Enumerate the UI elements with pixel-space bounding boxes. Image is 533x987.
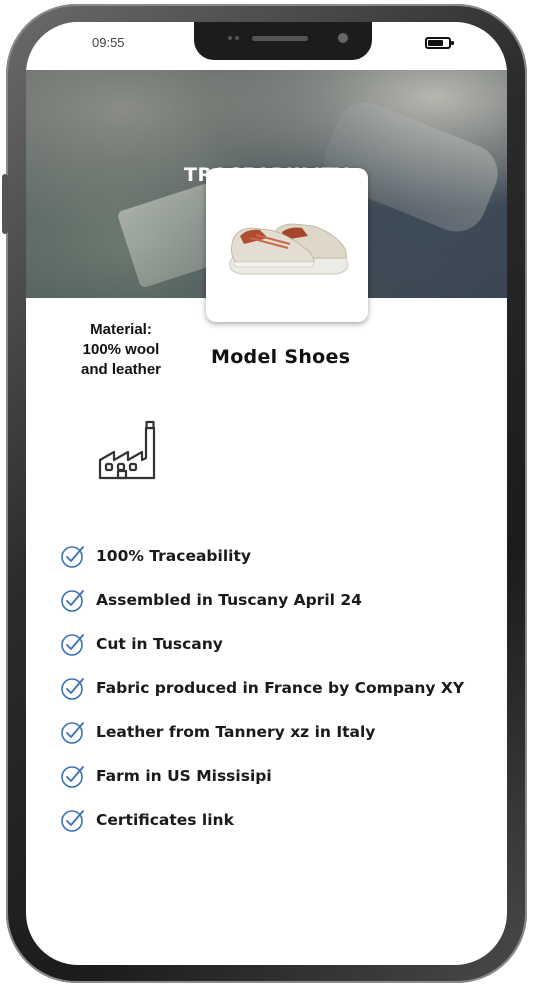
speaker-icon [252,36,308,41]
product-name: Model Shoes [211,346,351,368]
material-label-line: and leather [80,361,162,378]
material-info: Material: 100% wool and leather [48,320,194,380]
check-circle-icon [61,722,84,744]
phone-frame: 09:55 TRACEABIILITY [2,4,527,983]
material-label-line: Material: [90,321,152,338]
check-circle-icon [61,590,84,612]
list-item: Assembled in Tuscany April 24 [60,578,500,622]
check-circle-icon [61,546,84,568]
list-item-label[interactable]: Certificates link [96,811,234,829]
list-item: Cut in Tuscany [60,622,500,666]
status-time: 09:55 [92,35,125,50]
list-item-label: Cut in Tuscany [96,635,223,653]
check-circle-icon [61,678,84,700]
sensor-dots-icon [228,36,240,41]
phone-notch [194,22,372,60]
factory-icon [98,420,156,480]
check-circle-icon [61,766,84,788]
phone-screen: 09:55 TRACEABIILITY [26,22,507,965]
list-item: Farm in US Missisipi [60,754,500,798]
check-circle-icon [61,810,84,832]
battery-icon [425,37,454,49]
check-circle-icon [61,634,84,656]
certificates-link[interactable]: Certificates link [60,798,500,842]
list-item: Fabric produced in France by Company XY [60,666,500,710]
traceability-list: 100% Traceability Assembled in Tuscany A… [60,534,500,842]
list-item: Leather from Tannery xz in Italy [60,710,500,754]
list-item-label: Assembled in Tuscany April 24 [96,591,362,609]
list-item-label: Leather from Tannery xz in Italy [96,723,376,741]
camera-icon [338,33,348,43]
material-label-line: 100% wool [82,341,160,358]
list-item-label: Fabric produced in France by Company XY [96,679,465,697]
list-item-label: Farm in US Missisipi [96,767,272,785]
list-item-label: 100% Traceability [96,547,251,565]
list-item: 100% Traceability [60,534,500,578]
sneaker-image [229,223,349,275]
product-image-card[interactable] [206,168,368,322]
